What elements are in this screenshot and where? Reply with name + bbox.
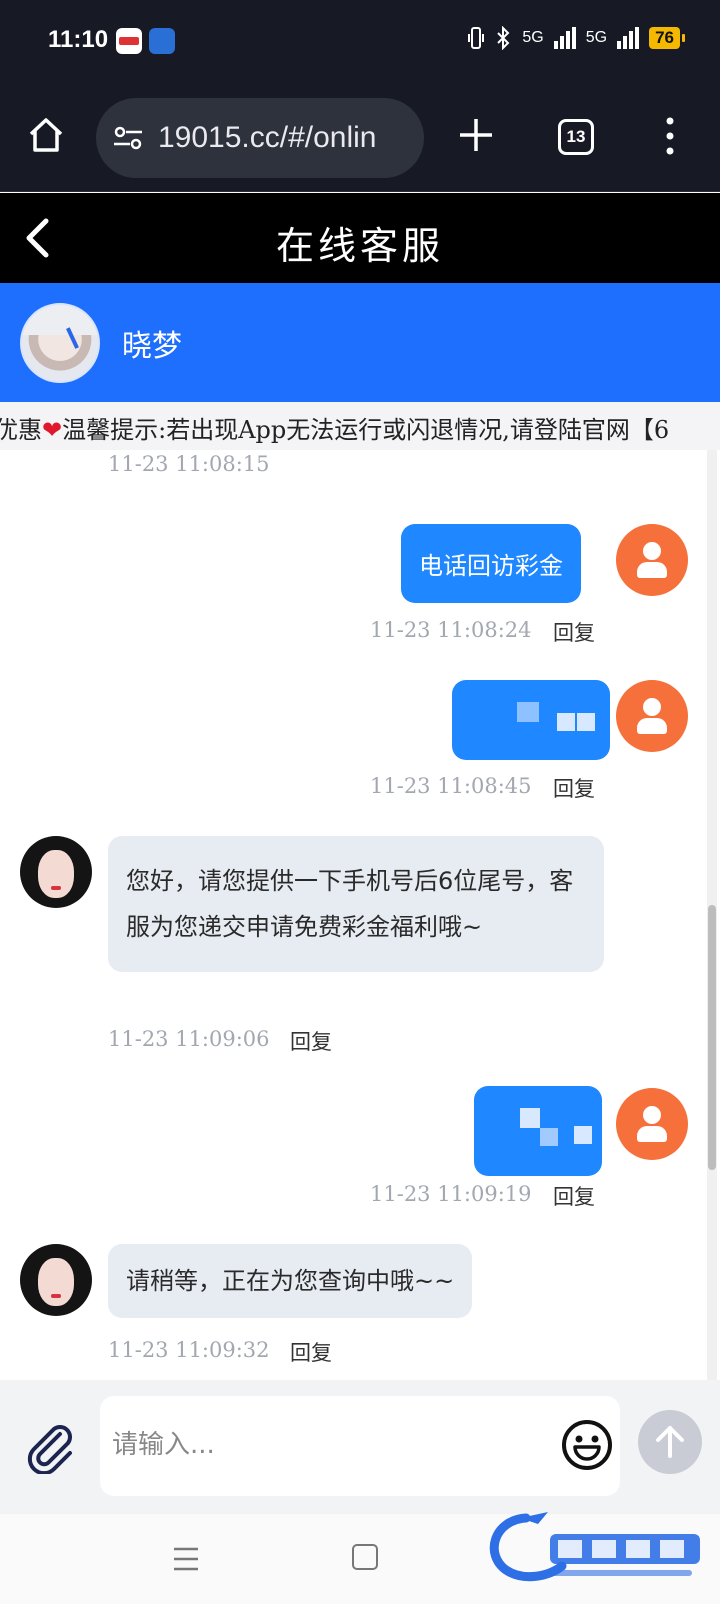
plus-icon[interactable] bbox=[456, 115, 496, 155]
signal-icon bbox=[553, 27, 576, 49]
reply-link[interactable]: 回复 bbox=[553, 1181, 595, 1211]
signal-icon bbox=[617, 27, 640, 49]
user-avatar bbox=[616, 1088, 688, 1160]
notice-text: 优惠❤温馨提示:若出现App无法运行或闪退情况,请登陆官网【6 bbox=[0, 410, 669, 445]
agent-avatar bbox=[20, 303, 100, 383]
user-avatar bbox=[616, 680, 688, 752]
tune-icon[interactable] bbox=[112, 122, 144, 154]
incoming-message-bubble[interactable]: 您好，请您提供一下手机号后6位尾号，客服为您递交申请免费彩金福利哦~ bbox=[108, 836, 604, 972]
bluetooth-icon bbox=[497, 26, 510, 50]
page-title: 在线客服 bbox=[275, 224, 444, 268]
agent-avatar bbox=[20, 1244, 92, 1316]
send-button[interactable] bbox=[638, 1410, 702, 1474]
more-vert-icon[interactable] bbox=[660, 114, 680, 158]
agent-banner: 晓梦 bbox=[0, 283, 720, 402]
message-timestamp: 11-23 11:08:15 bbox=[108, 452, 270, 476]
agent-avatar bbox=[20, 836, 92, 908]
status-time: 11:10 bbox=[48, 26, 109, 53]
status-icons: 5G 5G 76 bbox=[468, 26, 685, 50]
arrow-up-icon bbox=[656, 1426, 684, 1458]
reply-link[interactable]: 回复 bbox=[290, 1026, 332, 1056]
address-bar[interactable]: 19015.cc/#/onlin bbox=[96, 98, 424, 178]
message-input-container bbox=[100, 1396, 620, 1496]
message-timestamp: 11-23 11:08:24 bbox=[370, 618, 532, 642]
smiley-icon[interactable] bbox=[560, 1418, 614, 1472]
notice-body: 温馨提示:若出现App无法运行或闪退情况,请登陆官网【6 bbox=[62, 416, 670, 444]
reply-link[interactable]: 回复 bbox=[553, 617, 595, 647]
reply-link[interactable]: 回复 bbox=[290, 1337, 332, 1367]
status-bar: 11:10 5G 5G 76 bbox=[0, 0, 720, 82]
paperclip-icon[interactable] bbox=[22, 1418, 78, 1474]
incoming-message-bubble[interactable]: 请稍等，正在为您查询中哦~~ bbox=[108, 1244, 473, 1318]
tabs-button[interactable]: 13 bbox=[558, 119, 594, 155]
agent-name: 晓梦 bbox=[122, 329, 182, 364]
message-input[interactable] bbox=[112, 1420, 532, 1470]
notification-app-icon bbox=[149, 28, 175, 54]
url-text[interactable]: 19015.cc/#/onlin bbox=[158, 121, 377, 155]
battery-icon: 76 bbox=[649, 27, 685, 49]
message-timestamp: 11-23 11:09:06 bbox=[108, 1027, 270, 1051]
network-type-label: 5G bbox=[522, 29, 544, 46]
network-type-label: 5G bbox=[585, 29, 608, 46]
message-timestamp: 11-23 11:09:32 bbox=[108, 1338, 270, 1362]
outgoing-message-bubble[interactable]: 电话回访彩金 bbox=[401, 524, 581, 603]
message-timestamp: 11-23 11:08:45 bbox=[370, 774, 532, 798]
scrollbar-thumb[interactable] bbox=[708, 905, 716, 1170]
notice-marquee: 优惠❤温馨提示:若出现App无法运行或闪退情况,请登陆官网【6 bbox=[0, 402, 720, 450]
redacted-message-bubble[interactable] bbox=[452, 680, 610, 760]
vibrate-icon bbox=[468, 27, 485, 49]
site-watermark-logo bbox=[489, 1512, 700, 1582]
recent-apps-icon[interactable] bbox=[172, 1546, 200, 1572]
reply-link[interactable]: 回复 bbox=[553, 773, 595, 803]
user-avatar bbox=[616, 524, 688, 596]
redacted-message-bubble[interactable] bbox=[474, 1086, 602, 1176]
home-nav-icon[interactable] bbox=[352, 1544, 378, 1570]
notice-prefix: 优惠 bbox=[0, 416, 42, 444]
heart-icon: ❤ bbox=[42, 416, 63, 444]
message-timestamp: 11-23 11:09:19 bbox=[370, 1182, 532, 1206]
notification-app-icon bbox=[116, 28, 142, 54]
home-icon[interactable] bbox=[26, 115, 66, 155]
browser-toolbar: 19015.cc/#/onlin 13 bbox=[0, 82, 720, 192]
page-header: 在线客服 bbox=[0, 193, 720, 283]
composer-bar bbox=[0, 1380, 720, 1514]
